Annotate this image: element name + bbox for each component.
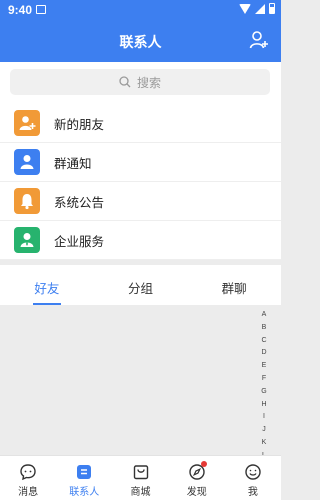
mall-icon xyxy=(133,465,148,480)
index-letter[interactable]: K xyxy=(259,437,269,450)
nav-label: 联系人 xyxy=(69,487,100,498)
contacts-icon xyxy=(77,465,92,479)
index-letter[interactable]: A xyxy=(259,309,269,322)
menu-item-group-notice[interactable]: 群通知 xyxy=(0,143,281,182)
menu-item-label: 企业服务 xyxy=(54,234,105,249)
status-time: 9:40 xyxy=(8,3,33,17)
page-title: 联系人 xyxy=(119,34,162,50)
image-notification-icon xyxy=(36,5,46,14)
menu-item-label: 系统公告 xyxy=(54,195,105,210)
tab-groups[interactable]: 分组 xyxy=(94,265,188,305)
menu-item-new-friends[interactable]: 新的朋友 xyxy=(0,104,281,143)
status-icons xyxy=(239,3,275,14)
function-menu: 新的朋友 群通知 系统公告 企业服务 xyxy=(0,104,281,260)
nav-messages[interactable]: 消息 xyxy=(0,456,56,500)
index-letter[interactable]: G xyxy=(259,386,269,399)
menu-item-enterprise-service[interactable]: 企业服务 xyxy=(0,221,281,260)
enterprise-service-icon xyxy=(14,227,40,253)
message-icon xyxy=(20,464,36,481)
nav-discover[interactable]: 发现 xyxy=(169,456,225,500)
nav-label: 商城 xyxy=(130,487,151,498)
index-letter[interactable]: D xyxy=(259,347,269,360)
wifi-icon xyxy=(239,3,251,14)
search-icon xyxy=(119,76,131,88)
menu-item-announcement[interactable]: 系统公告 xyxy=(0,182,281,221)
nav-mall[interactable]: 商城 xyxy=(112,456,168,500)
index-letter[interactable]: E xyxy=(259,360,269,373)
menu-item-label: 群通知 xyxy=(54,156,92,171)
search-area: 搜索 xyxy=(0,62,281,104)
nav-label: 发现 xyxy=(186,487,207,498)
new-friend-icon xyxy=(14,110,40,136)
tab-friends[interactable]: 好友 xyxy=(0,265,94,305)
announcement-icon xyxy=(14,188,40,214)
group-notice-icon xyxy=(14,149,40,175)
tab-group-chats[interactable]: 群聊 xyxy=(187,265,281,305)
add-contact-icon[interactable] xyxy=(249,30,269,50)
menu-item-label: 新的朋友 xyxy=(54,117,105,132)
profile-icon xyxy=(245,464,261,480)
index-letter[interactable]: B xyxy=(259,322,269,335)
search-placeholder: 搜索 xyxy=(136,75,161,90)
nav-label: 消息 xyxy=(18,487,39,498)
alphabet-index[interactable]: A B C D E F G H I J K L xyxy=(259,309,269,463)
index-letter[interactable]: F xyxy=(259,373,269,386)
index-letter[interactable]: C xyxy=(259,335,269,348)
bottom-nav: 消息 联系人 商城 发现 我 xyxy=(0,455,281,500)
search-input[interactable]: 搜索 xyxy=(10,69,270,95)
index-letter[interactable]: J xyxy=(259,424,269,437)
nav-label: 我 xyxy=(247,487,258,498)
status-bar: 9:40 xyxy=(0,0,281,20)
signal-icon xyxy=(255,3,265,14)
notification-badge xyxy=(200,461,207,467)
index-letter[interactable]: H xyxy=(259,399,269,412)
nav-profile[interactable]: 我 xyxy=(225,456,281,500)
nav-contacts[interactable]: 联系人 xyxy=(56,456,112,500)
app-header: 联系人 xyxy=(0,20,281,62)
battery-icon xyxy=(269,3,275,14)
contact-tabs: 好友 分组 群聊 xyxy=(0,265,281,305)
index-letter[interactable]: I xyxy=(259,411,269,424)
